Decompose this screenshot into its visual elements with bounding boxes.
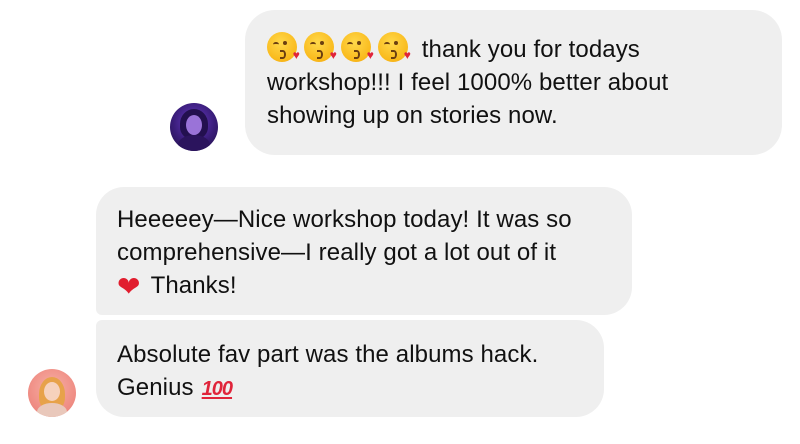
face-blowing-a-kiss-icon: ♥ <box>304 32 337 62</box>
message-text: comprehensive—I really got a lot out of … <box>117 239 557 266</box>
avatar[interactable] <box>170 103 218 151</box>
face-blowing-a-kiss-icon: ♥ <box>267 32 300 62</box>
message-bubble-outgoing[interactable]: Absolute fav part was the albums hack. G… <box>96 320 604 417</box>
chat-thread: ♥ ♥ ♥ ♥ thank you for todays workshop!!! I … <box>0 0 800 444</box>
avatar[interactable] <box>28 369 76 417</box>
hundred-points-icon: 100 <box>201 378 233 400</box>
red-heart-icon: ❤ <box>117 271 141 302</box>
face-blowing-a-kiss-icon: ♥ <box>378 32 411 62</box>
message-line: ❤ Thanks! <box>117 269 614 302</box>
message-text: showing up on stories now. <box>267 102 558 129</box>
message-text: Absolute fav part was the albums hack. <box>117 341 539 368</box>
message-line: ♥ ♥ ♥ ♥ thank you for todays <box>267 32 762 66</box>
message-text: Heeeeey—Nice workshop today! It was so <box>117 206 572 233</box>
message-text: Thanks! <box>150 272 237 299</box>
message-text: thank you for todays <box>421 36 640 63</box>
message-text: Genius <box>117 374 194 401</box>
message-bubble-outgoing[interactable]: Heeeeey—Nice workshop today! It was so c… <box>96 187 632 315</box>
message-text: workshop!!! I feel 1000% better about <box>267 69 669 96</box>
message-line: Genius 100 <box>117 371 586 406</box>
face-blowing-a-kiss-icon: ♥ <box>341 32 374 62</box>
message-bubble-incoming[interactable]: ♥ ♥ ♥ ♥ thank you for todays workshop!!! I … <box>245 10 782 155</box>
